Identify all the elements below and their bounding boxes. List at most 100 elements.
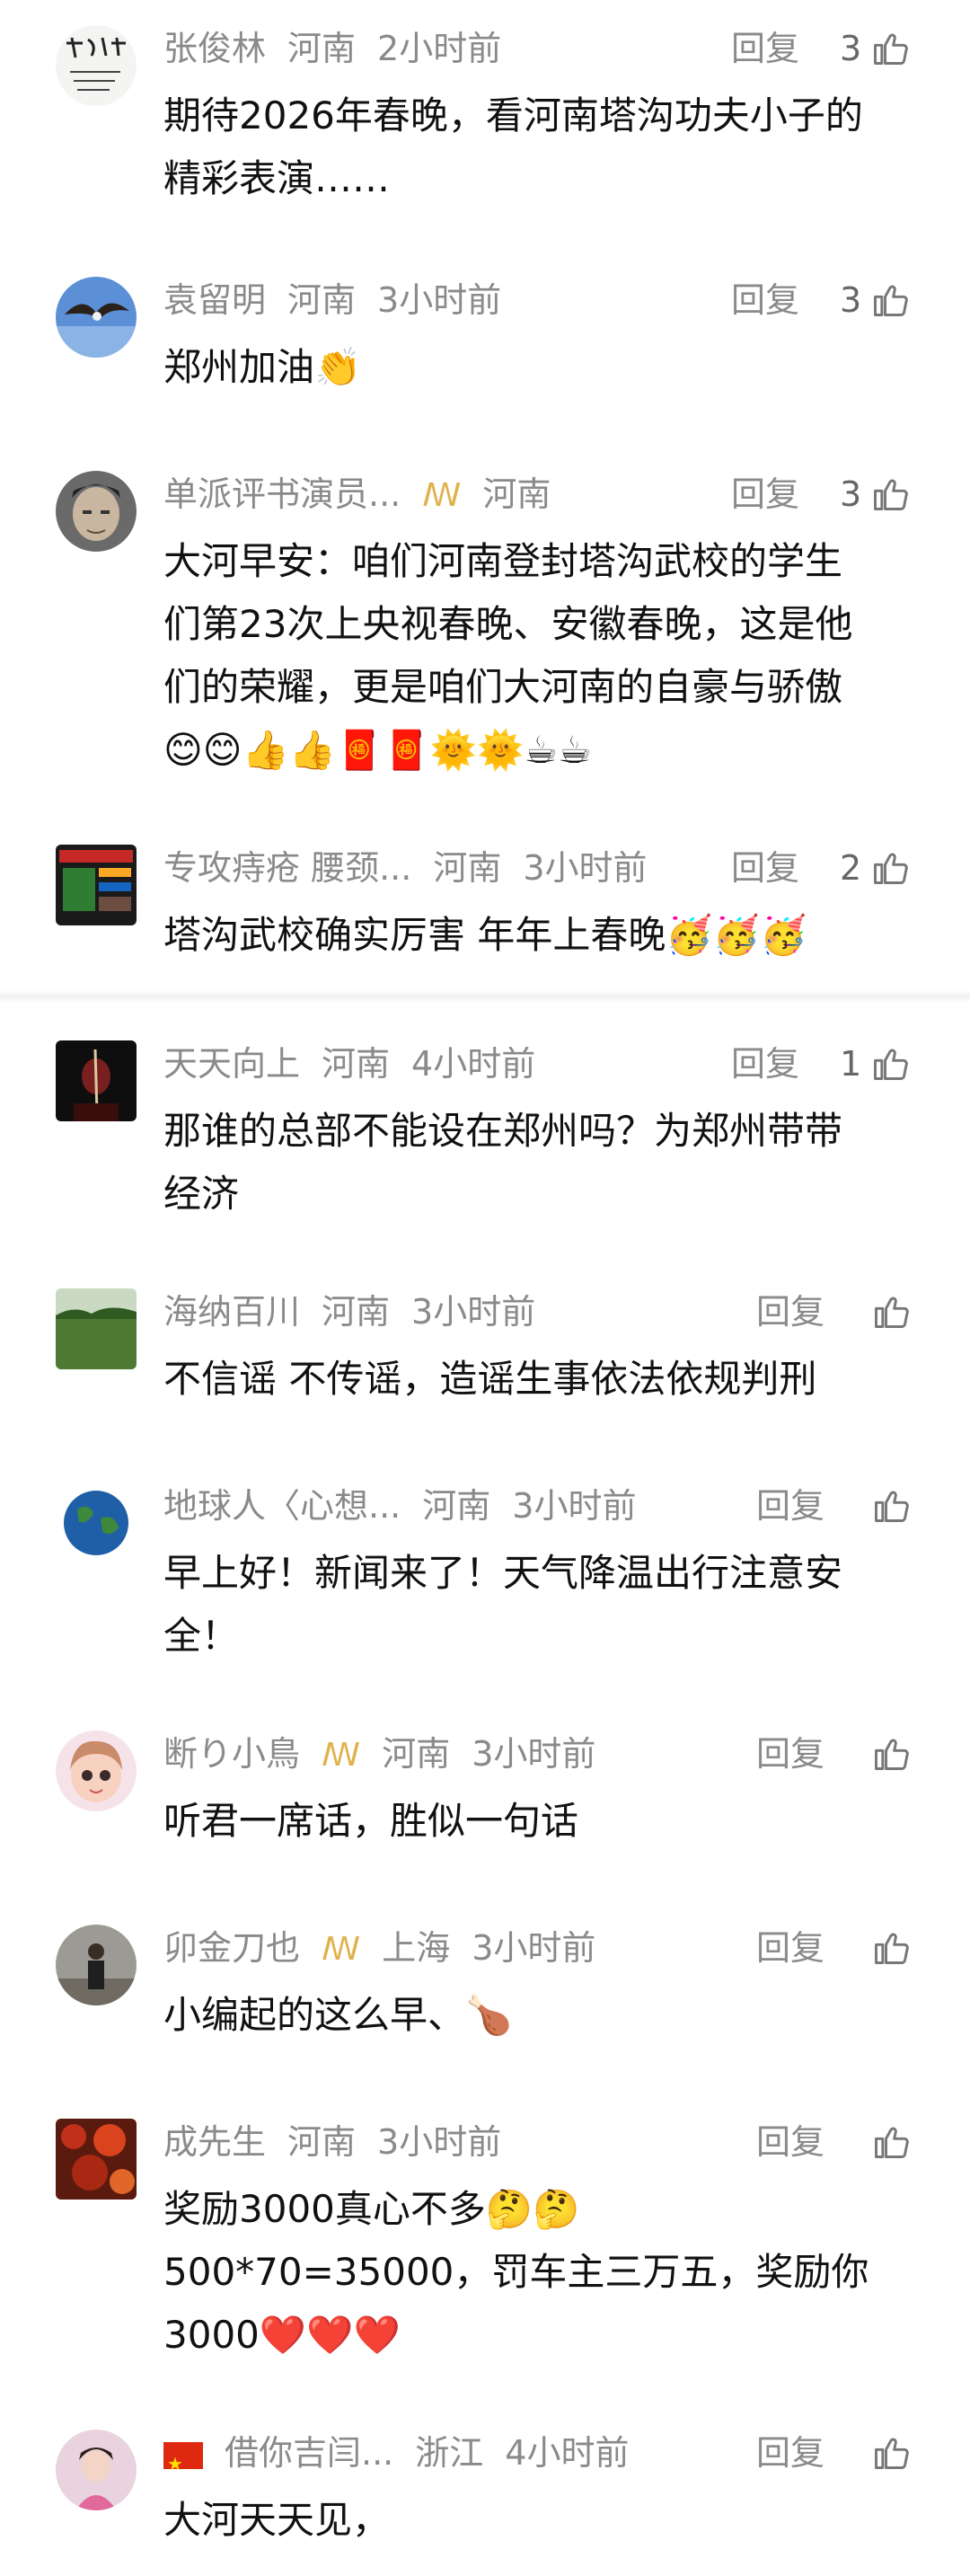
cartoon-girl-avatar[interactable] [56, 1731, 137, 1811]
like-button[interactable]: 3 [840, 273, 910, 327]
timestamp: 3小时前 [512, 1486, 637, 1526]
location: 河南 [287, 29, 357, 68]
eagle-avatar[interactable] [56, 277, 137, 358]
calligraphy-avatar[interactable] [56, 25, 137, 106]
thumbs-up-icon [875, 1491, 909, 1522]
thumbs-up-icon [875, 1739, 909, 1770]
ad-banner-avatar[interactable] [56, 845, 137, 925]
reply-button[interactable]: 回复 [756, 2115, 824, 2169]
timestamp: 3小时前 [472, 1928, 596, 1968]
timestamp: 2小时前 [377, 29, 502, 68]
reply-button[interactable]: 回复 [731, 467, 799, 521]
comment-item: 天天向上 河南 4小时前 回复 1 那谁的总部不能设在郑州吗？为郑州带带 经济 [0, 1015, 970, 1263]
reply-button[interactable]: 回复 [731, 1037, 799, 1091]
reply-button[interactable]: 回复 [756, 1479, 824, 1533]
username[interactable]: 袁留明 [163, 280, 266, 320]
green-field-avatar[interactable] [56, 1288, 137, 1369]
username[interactable]: 专攻痔疮 腰颈... [163, 848, 411, 888]
comment-text: 期待2026年春晚，看河南塔沟功夫小子的 精彩表演…… [163, 93, 863, 200]
man-standing-avatar[interactable] [56, 1925, 137, 2005]
location: 河南 [322, 1044, 391, 1084]
thumbs-up-icon [874, 285, 908, 316]
comment-text: 塔沟武校确实厉害 年年上春晚🥳🥳🥳 [163, 913, 807, 957]
dark-portrait-avatar[interactable] [56, 1040, 137, 1121]
comment-text: 大河天天见， [163, 2498, 391, 2542]
comment-text: 郑州加油👏 [163, 345, 362, 389]
thumbs-up-icon [875, 2438, 909, 2469]
comment-item: 袁留明 河南 3小时前 回复 3 郑州加油👏 [0, 252, 970, 446]
like-button[interactable] [862, 2426, 911, 2480]
comment-item: 地球人〈心想... 河南 3小时前 回复 早上好！新闻来了！天气降温出行注意安 全！ [0, 1457, 970, 1705]
section-divider [0, 990, 970, 1003]
comment-item: 专攻痔疮 腰颈... 河南 3小时前 回复 2 塔沟武校确实厉害 年年上春晚🥳🥳🥳 [0, 819, 970, 1005]
reply-button[interactable]: 回复 [756, 2426, 824, 2480]
like-button[interactable] [862, 1285, 911, 1339]
comment-meta: 断り小鳥 ꟿ 河南 3小时前 [163, 1727, 970, 1781]
username[interactable]: 成先生 [163, 2122, 266, 2162]
reply-button[interactable]: 回复 [731, 22, 799, 75]
like-count: 3 [840, 474, 862, 514]
username[interactable]: 地球人〈心想... [163, 1486, 401, 1526]
comment-item: 张俊林 河南 2小时前 回复 3 期待2026年春晚，看河南塔沟功夫小子的 精彩表演… [0, 0, 970, 252]
like-button[interactable] [862, 1921, 911, 1975]
girl-pink-avatar[interactable] [56, 2430, 137, 2510]
location: 浙江 [415, 2433, 484, 2473]
username[interactable]: 海纳百川 [163, 1292, 300, 1332]
reply-button[interactable]: 回复 [756, 1285, 824, 1339]
comment-text: 奖励3000真心不多🤔🤔 500*70=35000，罚车主三万五，奖励你 300… [163, 2187, 869, 2357]
member-badge-icon: ꟿ [422, 477, 462, 514]
comment-meta: 地球人〈心想... 河南 3小时前 [163, 1479, 970, 1533]
red-leaves-avatar[interactable] [56, 2119, 137, 2200]
member-badge-icon: ꟿ [322, 1931, 361, 1968]
comment-item: 卯金刀也 ꟿ 上海 3小时前 回复 小编起的这么早、🍗 [0, 1899, 970, 2094]
comment-list: 张俊林 河南 2小时前 回复 3 期待2026年春晚，看河南塔沟功夫小子的 精彩表演… [0, 0, 970, 2576]
location: 河南 [322, 1292, 391, 1332]
username[interactable]: 借你吉闫... [225, 2433, 393, 2473]
like-button[interactable]: 2 [840, 841, 910, 895]
location: 河南 [433, 848, 502, 888]
thumbs-up-icon [874, 1049, 908, 1080]
timestamp: 3小时前 [472, 1734, 596, 1774]
comment-item: 单派评书演员... ꟿ 河南 回复 3 大河早安：咱们河南登封塔沟武校的学生 们第2… [0, 446, 970, 819]
location: 河南 [287, 280, 357, 320]
earth-avatar[interactable] [56, 1483, 137, 1563]
location: 河南 [287, 2122, 357, 2162]
like-button[interactable] [862, 2115, 911, 2169]
like-count: 3 [840, 29, 862, 68]
comment-text: 那谁的总部不能设在郑州吗？为郑州带带 经济 [163, 1109, 843, 1216]
like-count: 3 [840, 280, 862, 320]
reply-button[interactable]: 回复 [756, 1727, 824, 1781]
timestamp: 4小时前 [505, 2433, 630, 2473]
username[interactable]: 断り小鳥 [163, 1734, 300, 1774]
comment-text: 小编起的这么早、🍗 [163, 1993, 513, 2037]
like-button[interactable] [862, 1727, 911, 1781]
reply-button[interactable]: 回复 [731, 273, 799, 327]
like-button[interactable]: 3 [840, 467, 910, 521]
thumbs-up-icon [875, 1933, 909, 1964]
timestamp: 3小时前 [377, 280, 502, 320]
timestamp: 3小时前 [411, 1292, 536, 1332]
comment-text: 大河早安：咱们河南登封塔沟武校的学生 们第23次上央视春晚、安徽春晚，这是他 们… [163, 539, 853, 772]
reply-button[interactable]: 回复 [731, 841, 799, 895]
comment-meta: 借你吉闫... 浙江 4小时前 [163, 2426, 970, 2491]
like-button[interactable]: 3 [840, 22, 910, 75]
old-man-avatar[interactable] [56, 471, 137, 552]
like-button[interactable] [862, 1479, 911, 1533]
username[interactable]: 张俊林 [163, 29, 266, 68]
like-count: 1 [840, 1044, 862, 1084]
timestamp: 4小时前 [411, 1044, 536, 1084]
comment-text: 听君一席话，胜似一句话 [163, 1799, 579, 1843]
comment-text: 早上好！新闻来了！天气降温出行注意安 全！ [163, 1551, 843, 1658]
username[interactable]: 单派评书演员... [163, 474, 401, 514]
location: 河南 [382, 1734, 451, 1774]
username[interactable]: 卯金刀也 [163, 1928, 300, 1968]
comment-item: 断り小鳥 ꟿ 河南 3小时前 回复 听君一席话，胜似一句话 [0, 1705, 970, 1899]
comment-item: 成先生 河南 3小时前 回复 奖励3000真心不多🤔🤔 500*70=35000，罚… [0, 2094, 970, 2404]
thumbs-up-icon [874, 33, 908, 65]
username[interactable]: 天天向上 [163, 1044, 300, 1084]
thumbs-up-icon [874, 479, 908, 510]
like-button[interactable]: 1 [840, 1037, 910, 1091]
reply-button[interactable]: 回复 [756, 1921, 824, 1975]
thumbs-up-icon [875, 2127, 909, 2158]
comment-item: 借你吉闫... 浙江 4小时前 回复 大河天天见， [0, 2404, 970, 2576]
